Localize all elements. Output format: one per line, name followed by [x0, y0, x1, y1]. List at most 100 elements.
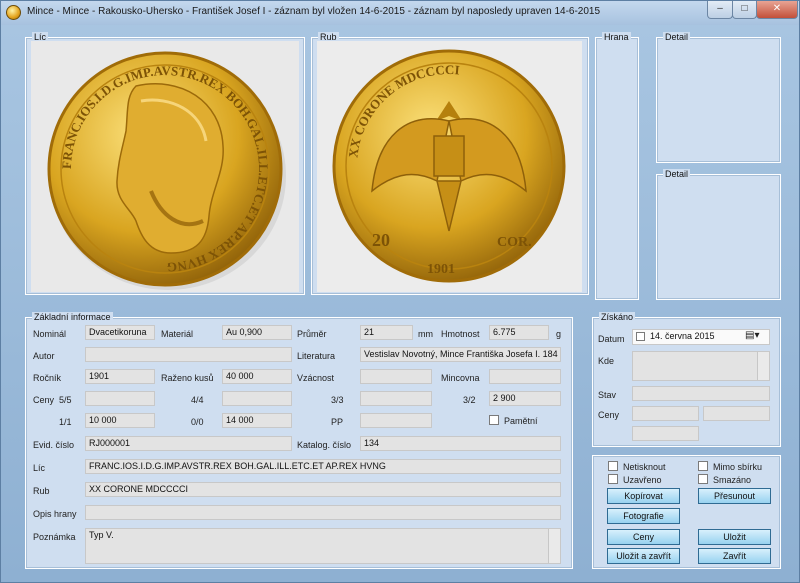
grade-5-5-field[interactable]	[85, 391, 155, 406]
reverse-photo[interactable]: XX CORONE MDCCCCI 20 COR. 1901	[317, 41, 582, 292]
save-button[interactable]: Uložit	[698, 529, 771, 545]
grade-3-2-field[interactable]: 2 900	[489, 391, 561, 406]
grade-4-4-label: 4/4	[191, 395, 204, 405]
acquired-price-2[interactable]	[703, 406, 770, 421]
grade-1-1-field[interactable]: 10 000	[85, 413, 155, 428]
close-button[interactable]: ✕	[756, 1, 798, 19]
commemorative-label: Pamětní	[504, 416, 538, 426]
obverse-photo[interactable]: FRANC.IOS.I.D.G.IMP.AVSTR.REX BOH.GAL.IL…	[31, 41, 299, 292]
commemorative-checkbox[interactable]	[489, 415, 499, 425]
deleted-checkbox[interactable]	[698, 474, 708, 484]
prices-label: Ceny	[33, 395, 55, 405]
nominal-label: Nominál	[33, 329, 67, 339]
acquired-prices-label: Ceny	[598, 410, 620, 420]
proof-label: PP	[331, 417, 344, 427]
detail-panel-1-title: Detail	[663, 32, 691, 42]
closed-label: Uzavřeno	[623, 475, 662, 485]
mintage-field[interactable]: 40 000	[222, 369, 292, 384]
obverse-legend-label: Líc	[33, 463, 46, 473]
mint-label: Mincovna	[441, 373, 480, 383]
grade-3-3-label: 3/3	[331, 395, 344, 405]
author-label: Autor	[33, 351, 55, 361]
grade-4-4-field[interactable]	[222, 391, 292, 406]
outside-collection-checkbox[interactable]	[698, 461, 708, 471]
reverse-unit: COR.	[497, 235, 532, 250]
weight-field[interactable]: 6.775	[489, 325, 549, 340]
grade-5-5-label: 5/5	[59, 395, 72, 405]
note-label: Poznámka	[33, 532, 76, 542]
year-label: Ročník	[33, 373, 62, 383]
diameter-label: Průměr	[297, 329, 327, 339]
evidence-number-field[interactable]: RJ000001	[85, 436, 292, 451]
where-field[interactable]	[632, 351, 770, 381]
main-window: Mince - Mince - Rakousko-Uhersko - Frant…	[0, 0, 800, 583]
condition-field[interactable]	[632, 386, 770, 401]
date-label: Datum	[598, 334, 625, 344]
weight-label: Hmotnost	[441, 329, 480, 339]
material-field[interactable]: Au 0,900	[222, 325, 292, 340]
coin-app-icon	[6, 5, 21, 20]
close-form-button[interactable]: Zavřít	[698, 548, 771, 564]
rarity-label: Vzácnost	[297, 373, 335, 383]
acquired-price-1[interactable]	[632, 406, 699, 421]
window-title: Mince - Mince - Rakousko-Uhersko - Frant…	[27, 6, 601, 17]
date-enable-checkbox[interactable]	[636, 332, 645, 341]
literature-label: Literatura	[297, 351, 336, 361]
acquired-title: Získáno	[599, 312, 636, 322]
reverse-year: 1901	[427, 262, 455, 277]
title-bar[interactable]: Mince - Mince - Rakousko-Uhersko - Frant…	[1, 1, 799, 25]
edge-inscription-field[interactable]	[85, 505, 561, 520]
material-label: Materiál	[161, 329, 194, 339]
deleted-label: Smazáno	[713, 475, 752, 485]
diameter-unit: mm	[418, 329, 433, 339]
basic-info-title: Základní informace	[32, 312, 113, 322]
grade-0-0-field[interactable]: 14 000	[222, 413, 292, 428]
do-not-print-checkbox[interactable]	[608, 461, 618, 471]
calendar-icon[interactable]: ▤▾	[745, 330, 759, 341]
reverse-legend-label: Rub	[33, 486, 50, 496]
obverse-panel: Líc FRANC.IOS.I.D.G.IMP.AVSTR.REX BOH.GA…	[25, 32, 305, 295]
edge-inscription-label: Opis hrany	[33, 509, 77, 519]
grade-3-2-label: 3/2	[463, 395, 476, 405]
grade-1-1-label: 1/1	[59, 417, 72, 427]
note-field[interactable]: Typ V.	[85, 528, 561, 564]
rarity-field[interactable]	[360, 369, 432, 384]
copy-button[interactable]: Kopírovat	[607, 488, 680, 504]
prices-button[interactable]: Ceny	[607, 529, 680, 545]
move-button[interactable]: Přesunout	[698, 488, 771, 504]
diameter-field[interactable]: 21	[360, 325, 413, 340]
reverse-value: 20	[372, 230, 390, 250]
edge-panel[interactable]: Hrana	[595, 32, 639, 300]
detail-panel-1[interactable]: Detail	[656, 32, 781, 163]
author-field[interactable]	[85, 347, 292, 362]
detail-panel-2-title: Detail	[663, 169, 691, 179]
where-scrollbar[interactable]	[757, 352, 769, 380]
closed-checkbox[interactable]	[608, 474, 618, 484]
save-and-close-button[interactable]: Uložit a zavřít	[607, 548, 680, 564]
outside-collection-label: Mimo sbírku	[713, 462, 763, 472]
grade-0-0-label: 0/0	[191, 417, 204, 427]
mintage-label: Raženo kusů	[161, 373, 214, 383]
maximize-button[interactable]: □	[732, 1, 757, 19]
mint-field[interactable]	[489, 369, 561, 384]
nominal-field[interactable]: Dvacetikoruna	[85, 325, 155, 340]
photos-button[interactable]: Fotografie	[607, 508, 680, 524]
weight-unit: g	[556, 329, 562, 339]
catalog-number-label: Katalog. číslo	[297, 440, 352, 450]
catalog-number-field[interactable]: 134	[360, 436, 561, 451]
reverse-legend-field[interactable]: XX CORONE MDCCCCI	[85, 482, 561, 497]
edge-panel-title: Hrana	[602, 32, 631, 42]
note-scrollbar[interactable]	[548, 529, 560, 563]
acquired-price-3[interactable]	[632, 426, 699, 441]
literature-field[interactable]: Vestislav Novotný, Mince Františka Josef…	[360, 347, 561, 362]
obverse-legend-field[interactable]: FRANC.IOS.I.D.G.IMP.AVSTR.REX BOH.GAL.IL…	[85, 459, 561, 474]
year-field[interactable]: 1901	[85, 369, 155, 384]
detail-panel-2[interactable]: Detail	[656, 169, 781, 300]
minimize-button[interactable]: –	[707, 1, 733, 19]
grade-3-3-field[interactable]	[360, 391, 432, 406]
obverse-coin-image: FRANC.IOS.I.D.G.IMP.AVSTR.REX BOH.GAL.IL…	[31, 41, 299, 292]
proof-field[interactable]	[360, 413, 432, 428]
reverse-panel: Rub XX CORONE MDCCCCI 20 COR. 1901	[311, 32, 589, 295]
evidence-number-label: Evid. číslo	[33, 440, 75, 450]
do-not-print-label: Netisknout	[623, 462, 666, 472]
